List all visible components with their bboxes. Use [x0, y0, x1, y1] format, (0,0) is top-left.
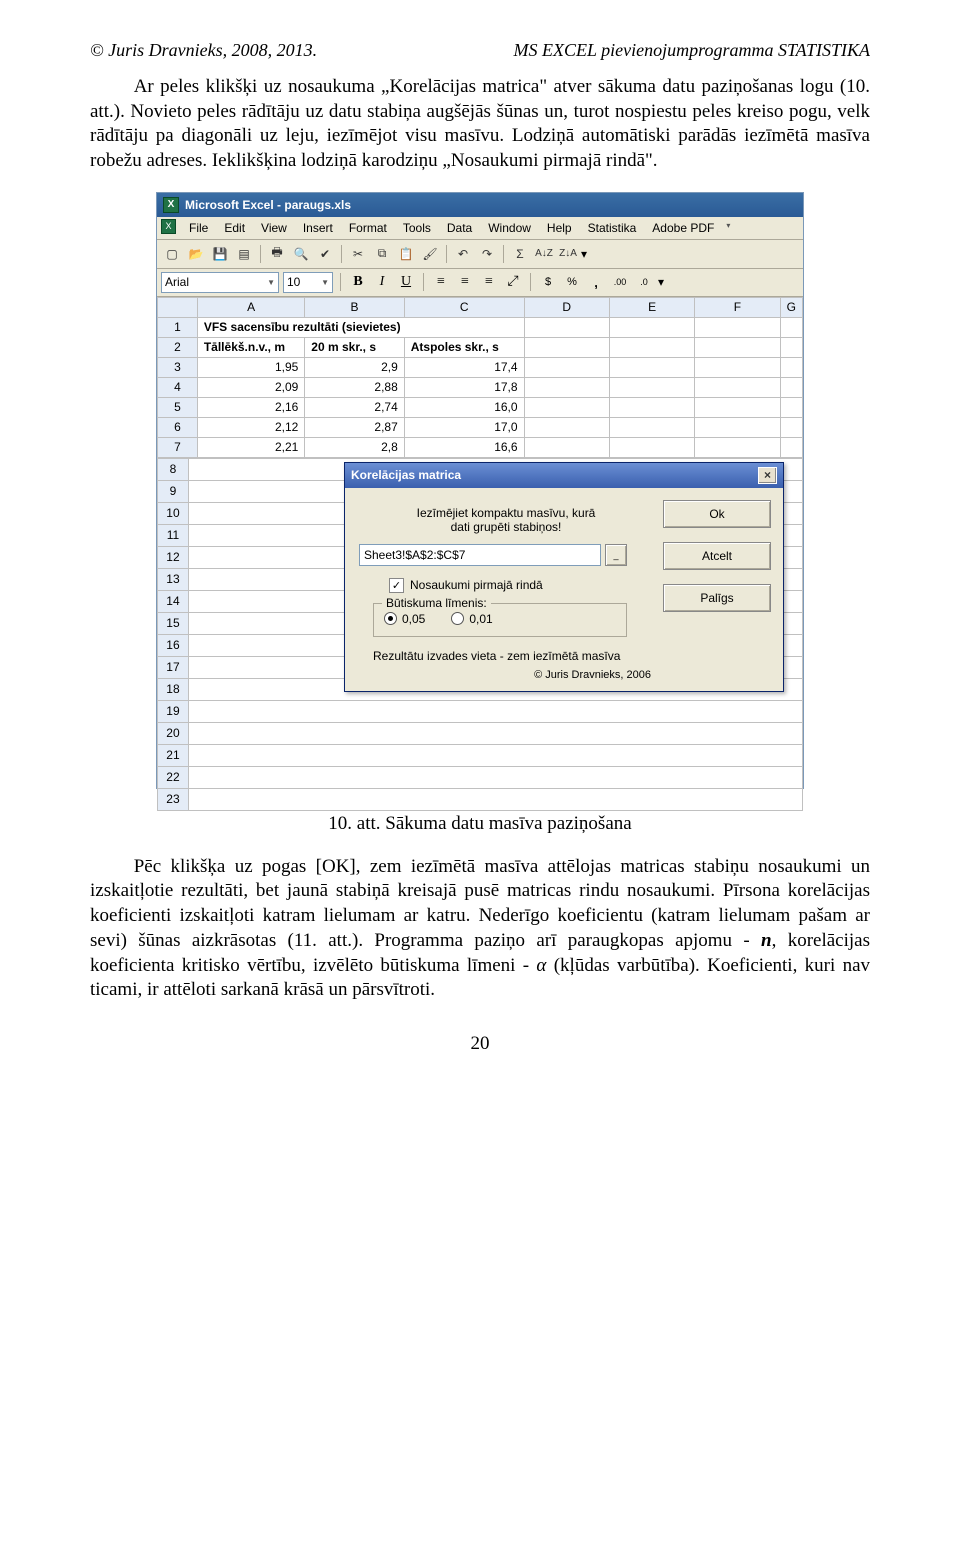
- table-row[interactable]: 1 VFS sacensību rezultāti (sievietes): [158, 317, 803, 337]
- align-center-icon[interactable]: ≡: [455, 272, 475, 292]
- percent-icon[interactable]: %: [562, 272, 582, 292]
- inc-decimal-icon[interactable]: .00: [610, 272, 630, 292]
- comma-icon[interactable]: ,: [586, 272, 606, 292]
- open-icon[interactable]: 📂: [185, 243, 207, 265]
- col-e[interactable]: E: [609, 297, 694, 317]
- bold-icon[interactable]: B: [348, 272, 368, 292]
- menu-window[interactable]: Window: [481, 219, 538, 237]
- menu-edit[interactable]: Edit: [217, 219, 252, 237]
- cut-icon[interactable]: ✂: [347, 243, 369, 265]
- excel-titlebar: X Microsoft Excel - paraugs.xls: [157, 193, 803, 217]
- italic-icon[interactable]: I: [372, 272, 392, 292]
- col-d[interactable]: D: [524, 297, 609, 317]
- excel-window: X Microsoft Excel - paraugs.xls X File E…: [156, 192, 804, 789]
- table-row[interactable]: 72,212,816,6: [158, 437, 803, 457]
- underline-icon[interactable]: U: [396, 272, 416, 292]
- print-icon[interactable]: 🖶: [266, 243, 288, 265]
- range-input[interactable]: Sheet3!$A$2:$C$7: [359, 544, 601, 566]
- table-row[interactable]: 31,952,917,4: [158, 357, 803, 377]
- table-row[interactable]: 62,122,8717,0: [158, 417, 803, 437]
- dialog-copyright: © Juris Dravnieks, 2006: [359, 669, 651, 681]
- header-right: MS EXCEL pievienojumprogramma STATISTIKA: [514, 40, 871, 61]
- close-icon[interactable]: ×: [758, 467, 777, 484]
- excel-title: Microsoft Excel - paraugs.xls: [185, 198, 351, 212]
- preview-icon[interactable]: 🔍: [290, 243, 312, 265]
- workbook-icon: X: [161, 219, 176, 234]
- menu-data[interactable]: Data: [440, 219, 479, 237]
- cancel-button[interactable]: Atcelt: [663, 542, 771, 570]
- col-b[interactable]: B: [305, 297, 404, 317]
- merge-icon[interactable]: ⤢: [503, 272, 523, 292]
- standard-toolbar: ▢ 📂 💾 ▤ 🖶 🔍 ✔ ✂ ⧉ 📋 🖌 ↶ ↷ Σ A↓Z Z↓A ▾: [157, 240, 803, 269]
- menu-tools[interactable]: Tools: [396, 219, 438, 237]
- paragraph-1: Ar peles klikšķi uz nosaukuma „Korelācij…: [90, 75, 870, 174]
- col-a[interactable]: A: [197, 297, 304, 317]
- page-number: 20: [90, 1033, 870, 1055]
- group-legend: Būtiskuma līmenis:: [382, 596, 491, 610]
- figure-caption: 10. att. Sākuma datu masīva paziņošana: [90, 813, 870, 835]
- paragraph-2: Pēc klikšķa uz pogas [OK], zem iezīmētā …: [90, 855, 870, 1003]
- col-c[interactable]: C: [404, 297, 524, 317]
- currency-icon[interactable]: $: [538, 272, 558, 292]
- ok-button[interactable]: Ok: [663, 500, 771, 528]
- format-painter-icon[interactable]: 🖌: [419, 243, 441, 265]
- header-left: © Juris Dravnieks, 2008, 2013.: [90, 40, 317, 61]
- font-size-combo[interactable]: 10▼: [283, 272, 333, 293]
- dialog-title: Korelācijas matrica: [351, 468, 461, 482]
- range-picker-icon[interactable]: _: [605, 544, 627, 566]
- output-note: Rezultātu izvades vieta - zem iezīmētā m…: [373, 649, 653, 663]
- menu-format[interactable]: Format: [342, 219, 394, 237]
- sort-asc-icon[interactable]: A↓Z: [533, 243, 555, 265]
- paste-icon[interactable]: 📋: [395, 243, 417, 265]
- format-toolbar: Arial▼ 10▼ B I U ≡ ≡ ≡ ⤢ $ % , .00 .0 ▾: [157, 269, 803, 297]
- significance-group: Būtiskuma līmenis: 0,05 0,01: [373, 603, 627, 637]
- dec-decimal-icon[interactable]: .0: [634, 272, 654, 292]
- menu-help[interactable]: Help: [540, 219, 579, 237]
- align-right-icon[interactable]: ≡: [479, 272, 499, 292]
- toolbar-overflow-icon[interactable]: ▾: [581, 247, 587, 261]
- dialog-instruction: Iezīmējiet kompaktu masīvu, kurā dati gr…: [359, 506, 653, 534]
- menu-insert[interactable]: Insert: [296, 219, 340, 237]
- checkbox-icon: ✓: [389, 578, 404, 593]
- menu-view[interactable]: View: [254, 219, 294, 237]
- names-first-row-checkbox[interactable]: ✓ Nosaukumi pirmajā rindā: [389, 578, 653, 593]
- checkbox-label: Nosaukumi pirmajā rindā: [410, 578, 543, 592]
- menu-statistika[interactable]: Statistika: [581, 219, 644, 237]
- menu-adobe[interactable]: Adobe PDF: [645, 219, 721, 237]
- excel-icon: X: [163, 197, 179, 213]
- radio-icon: [451, 612, 464, 625]
- redo-icon[interactable]: ↷: [476, 243, 498, 265]
- spellcheck-icon[interactable]: ✔: [314, 243, 336, 265]
- radio-icon: [384, 612, 397, 625]
- select-all[interactable]: [158, 297, 198, 317]
- permission-icon[interactable]: ▤: [233, 243, 255, 265]
- col-g[interactable]: G: [780, 297, 802, 317]
- table-row[interactable]: 2 Tāllēkš.n.v., m 20 m skr., s Atspoles …: [158, 337, 803, 357]
- radio-005[interactable]: 0,05: [384, 612, 425, 626]
- autosum-icon[interactable]: Σ: [509, 243, 531, 265]
- align-left-icon[interactable]: ≡: [431, 272, 451, 292]
- menubar-overflow-icon[interactable]: ▾: [723, 219, 733, 237]
- menu-file[interactable]: File: [182, 219, 215, 237]
- new-icon[interactable]: ▢: [161, 243, 183, 265]
- spreadsheet-grid[interactable]: A B C D E F G 1 VFS sacensību rezultāti …: [157, 297, 803, 458]
- format-overflow-icon[interactable]: ▾: [658, 275, 664, 289]
- sort-desc-icon[interactable]: Z↓A: [557, 243, 579, 265]
- font-name-combo[interactable]: Arial▼: [161, 272, 279, 293]
- col-f[interactable]: F: [695, 297, 780, 317]
- menubar: X File Edit View Insert Format Tools Dat…: [157, 217, 803, 240]
- help-button[interactable]: Palīgs: [663, 584, 771, 612]
- table-row[interactable]: 42,092,8817,8: [158, 377, 803, 397]
- undo-icon[interactable]: ↶: [452, 243, 474, 265]
- dialog-titlebar[interactable]: Korelācijas matrica ×: [345, 463, 783, 488]
- save-icon[interactable]: 💾: [209, 243, 231, 265]
- table-row[interactable]: 52,162,7416,0: [158, 397, 803, 417]
- radio-001[interactable]: 0,01: [451, 612, 492, 626]
- korelacijas-dialog: Korelācijas matrica × Iezīmējiet kompakt…: [344, 462, 784, 692]
- copy-icon[interactable]: ⧉: [371, 243, 393, 265]
